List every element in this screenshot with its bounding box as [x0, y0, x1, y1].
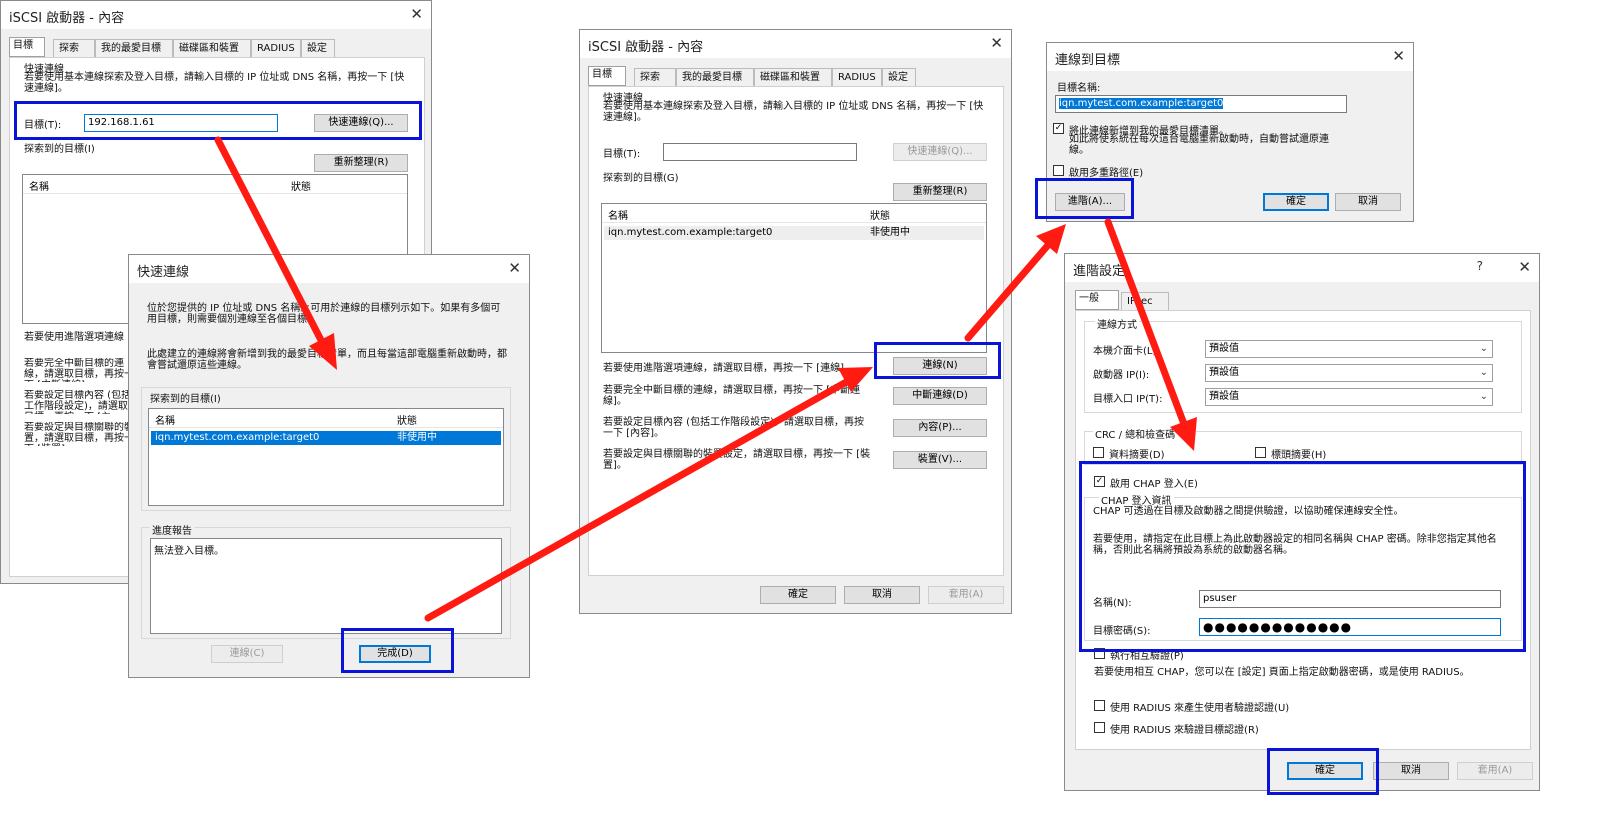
annotation-arrows: [214, 136, 1197, 622]
arrow-2: [424, 377, 852, 622]
arrow-3: [964, 240, 1053, 342]
arrow-4: [1104, 218, 1188, 428]
arrow-4-head: [1170, 417, 1197, 451]
arrow-1: [214, 136, 326, 346]
arrow-2-head: [838, 367, 873, 392]
